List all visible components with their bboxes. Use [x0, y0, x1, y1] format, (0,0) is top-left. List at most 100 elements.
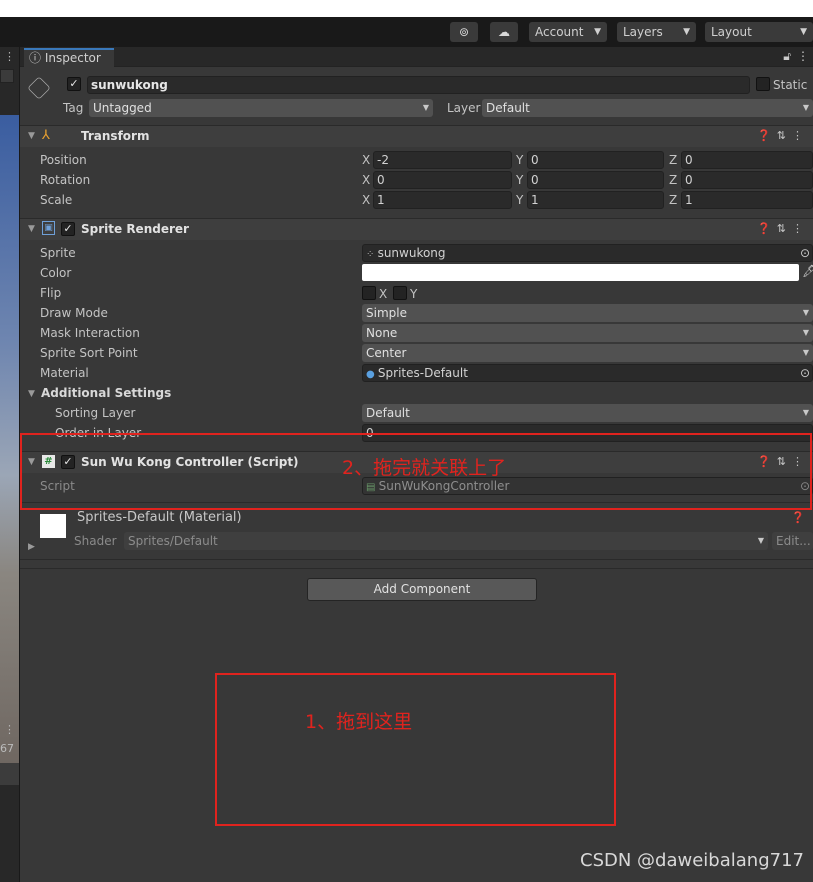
watermark: CSDN @daweibalang717 — [580, 850, 804, 871]
rotation-label: Rotation — [40, 173, 91, 187]
axis-x-label[interactable]: X — [362, 153, 370, 167]
sprite-field[interactable]: ⁘ sunwukong ⊙ — [362, 244, 813, 262]
draw-mode-dropdown[interactable]: Simple ▼ — [362, 304, 813, 322]
material-field[interactable]: ● Sprites-Default ⊙ — [362, 364, 813, 382]
rotation-z-field[interactable]: 0 — [681, 171, 813, 189]
account-label: Account — [535, 25, 584, 39]
chevron-down-icon: ▼ — [802, 103, 809, 112]
sprite-renderer-icon: ▣ — [42, 221, 55, 235]
fold-arrow-icon[interactable]: ▼ — [28, 224, 35, 234]
sorting-layer-dropdown[interactable]: Default ▼ — [362, 404, 813, 422]
axis-y-label[interactable]: Y — [516, 153, 523, 167]
axis-z-label[interactable]: Z — [669, 153, 677, 167]
scene-toolbar-field[interactable] — [0, 69, 14, 83]
sorting-layer-value: Default — [366, 406, 410, 420]
sprite-renderer-enabled-checkbox[interactable]: ✓ — [61, 222, 75, 236]
position-z-field[interactable]: 0 — [681, 151, 813, 169]
layers-label: Layers — [623, 25, 663, 39]
material-title: Sprites-Default (Material) — [77, 510, 242, 525]
eyedropper-icon[interactable]: 🖋︎ — [802, 264, 813, 278]
gameobject-icon[interactable] — [27, 76, 51, 100]
collab-icon[interactable]: ⊚ — [450, 22, 478, 42]
object-picker-icon[interactable]: ⊙ — [800, 365, 810, 381]
component-menu-icons[interactable]: ❓⇅⋮ — [757, 129, 809, 142]
sprite-renderer-header[interactable]: ▼ ▣ ✓ Sprite Renderer ❓⇅⋮ — [20, 218, 813, 240]
sprite-value: sunwukong — [377, 246, 446, 260]
shader-dropdown[interactable]: Sprites/Default ▼ — [124, 532, 768, 550]
panel-menu-icon[interactable]: ⋮ — [4, 723, 15, 736]
divider — [20, 568, 813, 569]
shader-label: Shader — [74, 534, 117, 548]
scale-x-field[interactable]: 1 — [373, 191, 512, 209]
tab-inspector[interactable]: ⓘ Inspector — [24, 48, 114, 67]
sprite-label: Sprite — [40, 246, 76, 260]
material-label: Material — [40, 366, 89, 380]
more-icon[interactable]: ⋮ — [797, 49, 809, 63]
sort-point-dropdown[interactable]: Center ▼ — [362, 344, 813, 362]
static-checkbox[interactable] — [756, 77, 770, 91]
tag-dropdown[interactable]: Untagged ▼ — [89, 99, 433, 117]
inspector-tabstrip: ⓘ Inspector 🔓︎ ⋮ — [20, 47, 813, 67]
account-dropdown[interactable]: Account ▼ — [529, 22, 607, 42]
rotation-x-field[interactable]: 0 — [373, 171, 512, 189]
help-icon[interactable]: ❓ — [791, 511, 805, 524]
divider — [20, 559, 813, 560]
position-y-field[interactable]: 0 — [527, 151, 664, 169]
shader-edit-button[interactable]: Edit... — [772, 532, 813, 550]
axis-x-label[interactable]: X — [362, 173, 370, 187]
transform-header[interactable]: ▼ ⅄ Transform ❓⇅⋮ — [20, 125, 813, 147]
material-preview-swatch — [40, 514, 66, 538]
flip-label: Flip — [40, 286, 62, 300]
position-x-field[interactable]: -2 — [373, 151, 512, 169]
flip-x-checkbox[interactable] — [362, 286, 376, 300]
chevron-down-icon: ▼ — [802, 308, 809, 317]
layer-dropdown[interactable]: Default ▼ — [482, 99, 813, 117]
layers-dropdown[interactable]: Layers ▼ — [617, 22, 696, 42]
color-swatch[interactable] — [362, 264, 799, 281]
panel-menu-icon[interactable]: ⋮ — [4, 50, 15, 63]
lock-icon[interactable]: 🔓︎ — [783, 49, 791, 64]
axis-y-label[interactable]: Y — [516, 193, 523, 207]
scale-z-field[interactable]: 1 — [681, 191, 813, 209]
chevron-down-icon: ▼ — [802, 408, 809, 417]
object-picker-icon[interactable]: ⊙ — [800, 245, 810, 261]
axis-z-label[interactable]: Z — [669, 173, 677, 187]
fold-arrow-icon[interactable]: ▼ — [28, 131, 35, 141]
scene-panel: ⋮ ⋮ 67 — [0, 47, 20, 882]
transform-title: Transform — [81, 129, 150, 143]
object-name-field[interactable]: sunwukong — [87, 76, 750, 94]
rotation-y-field[interactable]: 0 — [527, 171, 664, 189]
annotation-note-1: 1、拖到这里 — [305, 711, 413, 733]
additional-settings-label[interactable]: Additional Settings — [41, 386, 171, 400]
material-value: Sprites-Default — [377, 366, 468, 380]
chevron-down-icon: ▼ — [683, 27, 690, 37]
sorting-layer-label: Sorting Layer — [55, 406, 136, 420]
color-label: Color — [40, 266, 72, 280]
cloud-icon[interactable]: ☁ — [490, 22, 518, 42]
info-icon: ⓘ — [29, 51, 45, 65]
chevron-down-icon: ▼ — [757, 536, 764, 545]
axis-x-label[interactable]: X — [362, 193, 370, 207]
scene-view[interactable] — [0, 115, 19, 770]
chevron-down-icon: ▼ — [422, 103, 429, 112]
sort-point-label: Sprite Sort Point — [40, 346, 138, 360]
flip-y-label: Y — [410, 287, 418, 301]
flip-y-checkbox[interactable] — [393, 286, 407, 300]
annotation-note-2: 2、拖完就关联上了 — [342, 457, 507, 479]
static-label[interactable]: Static — [773, 78, 807, 92]
add-component-button[interactable]: Add Component — [307, 578, 537, 601]
layout-label: Layout — [711, 25, 752, 39]
tag-label: Tag — [63, 101, 84, 115]
axis-y-label[interactable]: Y — [516, 173, 523, 187]
fold-arrow-icon[interactable]: ▼ — [28, 389, 35, 399]
fold-arrow-icon[interactable]: ▶ — [28, 542, 35, 552]
layout-dropdown[interactable]: Layout ▼ — [705, 22, 813, 42]
component-menu-icons[interactable]: ❓⇅⋮ — [757, 222, 809, 235]
project-bar — [0, 763, 19, 785]
draw-mode-label: Draw Mode — [40, 306, 108, 320]
scale-y-field[interactable]: 1 — [527, 191, 664, 209]
chevron-down-icon: ▼ — [802, 348, 809, 357]
axis-z-label[interactable]: Z — [669, 193, 677, 207]
mask-interaction-dropdown[interactable]: None ▼ — [362, 324, 813, 342]
active-checkbox[interactable]: ✓ — [67, 77, 81, 91]
